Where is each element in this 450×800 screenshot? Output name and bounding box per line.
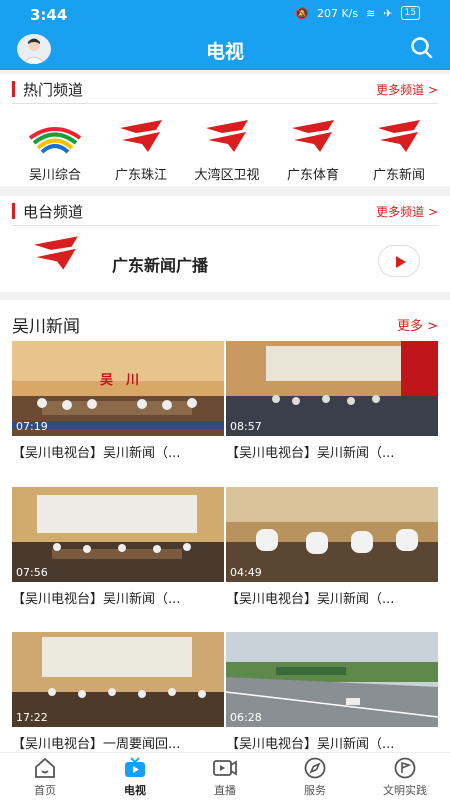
flag-icon [394, 757, 416, 779]
channel-name: 广东新闻 [372, 168, 425, 183]
wuchuan-logo-icon [28, 127, 82, 154]
nav-tv[interactable]: 电视 [100, 757, 170, 798]
network-speed: 207 K/s [316, 6, 359, 20]
airplane-icon: ✈ [383, 6, 393, 20]
video-title: 【吴川电视台】吴川新闻（... [12, 446, 181, 461]
video-card[interactable]: 04:49 【吴川电视台】吴川新闻（... [226, 487, 438, 607]
channel-name: 广东珠江 [114, 168, 167, 183]
gdtv-logo-icon [120, 120, 162, 152]
hot-channels-header: 热门频道 [12, 74, 83, 104]
video-title: 【吴川电视台】吴川新闻（... [226, 592, 395, 607]
status-icons: 🔕 207 K/s ≋ ✈ 15 [295, 6, 420, 20]
channel-guangdong-zhujiang[interactable]: 广东珠江 [98, 118, 184, 183]
news-section-title: 吴川新闻 [12, 317, 80, 337]
video-thumbnail: 04:49 [226, 487, 438, 582]
video-duration: 17:22 [16, 711, 48, 724]
app-header: 3:44 🔕 207 K/s ≋ ✈ 15 电视 [0, 0, 450, 70]
nav-label: 服务 [304, 784, 326, 797]
radio-channels-section: 电台频道 更多频道 > 广东新闻广播 [0, 196, 450, 292]
video-card[interactable]: 08:57 【吴川电视台】吴川新闻（... [226, 341, 438, 461]
thumbnail-text: 吴 川 [100, 373, 140, 388]
bottom-nav: 首页 电视 直播 服务 文明实践 [0, 752, 450, 800]
video-title: 【吴川电视台】吴川新闻（... [226, 737, 395, 752]
nav-home[interactable]: 首页 [10, 757, 80, 798]
home-icon [35, 757, 55, 778]
play-button[interactable] [378, 245, 420, 277]
more-news-link[interactable]: 更多 > [397, 315, 438, 334]
video-title: 【吴川电视台】一周要闻回... [12, 737, 181, 752]
divider [12, 225, 438, 226]
mute-icon: 🔕 [295, 6, 309, 20]
channel-guangdong-xinwen[interactable]: 广东新闻 [356, 118, 442, 183]
channel-name: 吴川综合 [28, 168, 81, 183]
radio-channel-name[interactable]: 广东新闻广播 [112, 252, 208, 276]
nav-label: 直播 [214, 784, 236, 797]
channel-name: 大湾区卫视 [194, 168, 260, 183]
video-thumbnail: 07:56 [12, 487, 224, 582]
hot-channels-section: 热门频道 更多频道 > 吴川综合 广东珠江 大湾区卫视 广东体育 广东新闻 [0, 74, 450, 186]
more-channels-link[interactable]: 更多频道 > [376, 81, 438, 98]
video-duration: 07:56 [16, 566, 48, 579]
video-title: 【吴川电视台】吴川新闻（... [12, 592, 181, 607]
video-duration: 08:57 [230, 420, 262, 433]
radio-channels-title: 电台频道 [23, 202, 84, 221]
hot-channels-title: 热门频道 [23, 80, 84, 99]
live-icon [213, 760, 237, 776]
video-thumbnail: 吴 川 07:19 [12, 341, 224, 436]
channel-guangdong-tiyu[interactable]: 广东体育 [270, 118, 356, 183]
nav-label: 首页 [34, 784, 56, 797]
channel-dawanqu-weishi[interactable]: 大湾区卫视 [184, 118, 270, 183]
more-radio-link[interactable]: 更多频道 > [376, 203, 438, 220]
nav-service[interactable]: 服务 [280, 757, 350, 798]
video-card[interactable]: 06:28 【吴川电视台】吴川新闻（... [226, 632, 438, 752]
video-card[interactable]: 吴 川 07:19 【吴川电视台】吴川新闻（... [12, 341, 224, 461]
status-time: 3:44 [30, 6, 68, 24]
nav-label: 文明实践 [383, 784, 427, 797]
wifi-icon: ≋ [366, 6, 376, 20]
video-card[interactable]: 17:22 【吴川电视台】一周要闻回... [12, 632, 224, 752]
compass-icon [304, 757, 326, 779]
search-icon[interactable] [410, 36, 434, 60]
channel-name: 广东体育 [286, 168, 339, 183]
video-duration: 07:19 [16, 420, 48, 433]
status-bar: 3:44 🔕 207 K/s ≋ ✈ 15 [0, 0, 450, 30]
page-title: 电视 [205, 41, 244, 63]
gdtv-logo-icon [378, 120, 420, 152]
gdtv-logo-icon [206, 120, 248, 152]
video-duration: 06:28 [230, 711, 262, 724]
gdtv-logo-icon [292, 120, 334, 152]
video-card[interactable]: 07:56 【吴川电视台】吴川新闻（... [12, 487, 224, 607]
video-thumbnail: 17:22 [12, 632, 224, 727]
divider [12, 103, 438, 104]
gdtv-logo-icon [34, 236, 78, 270]
video-thumbnail: 08:57 [226, 341, 438, 436]
video-duration: 04:49 [230, 566, 262, 579]
tv-icon [125, 757, 145, 777]
nav-live[interactable]: 直播 [190, 757, 260, 798]
battery-icon: 15 [400, 6, 420, 20]
video-title: 【吴川电视台】吴川新闻（... [226, 446, 395, 461]
radio-channels-header: 电台频道 [12, 196, 83, 226]
nav-label: 电视 [124, 784, 146, 797]
channel-wuchuan-zonghe[interactable]: 吴川综合 [12, 118, 98, 183]
video-thumbnail: 06:28 [226, 632, 438, 727]
nav-civilization[interactable]: 文明实践 [370, 757, 440, 798]
